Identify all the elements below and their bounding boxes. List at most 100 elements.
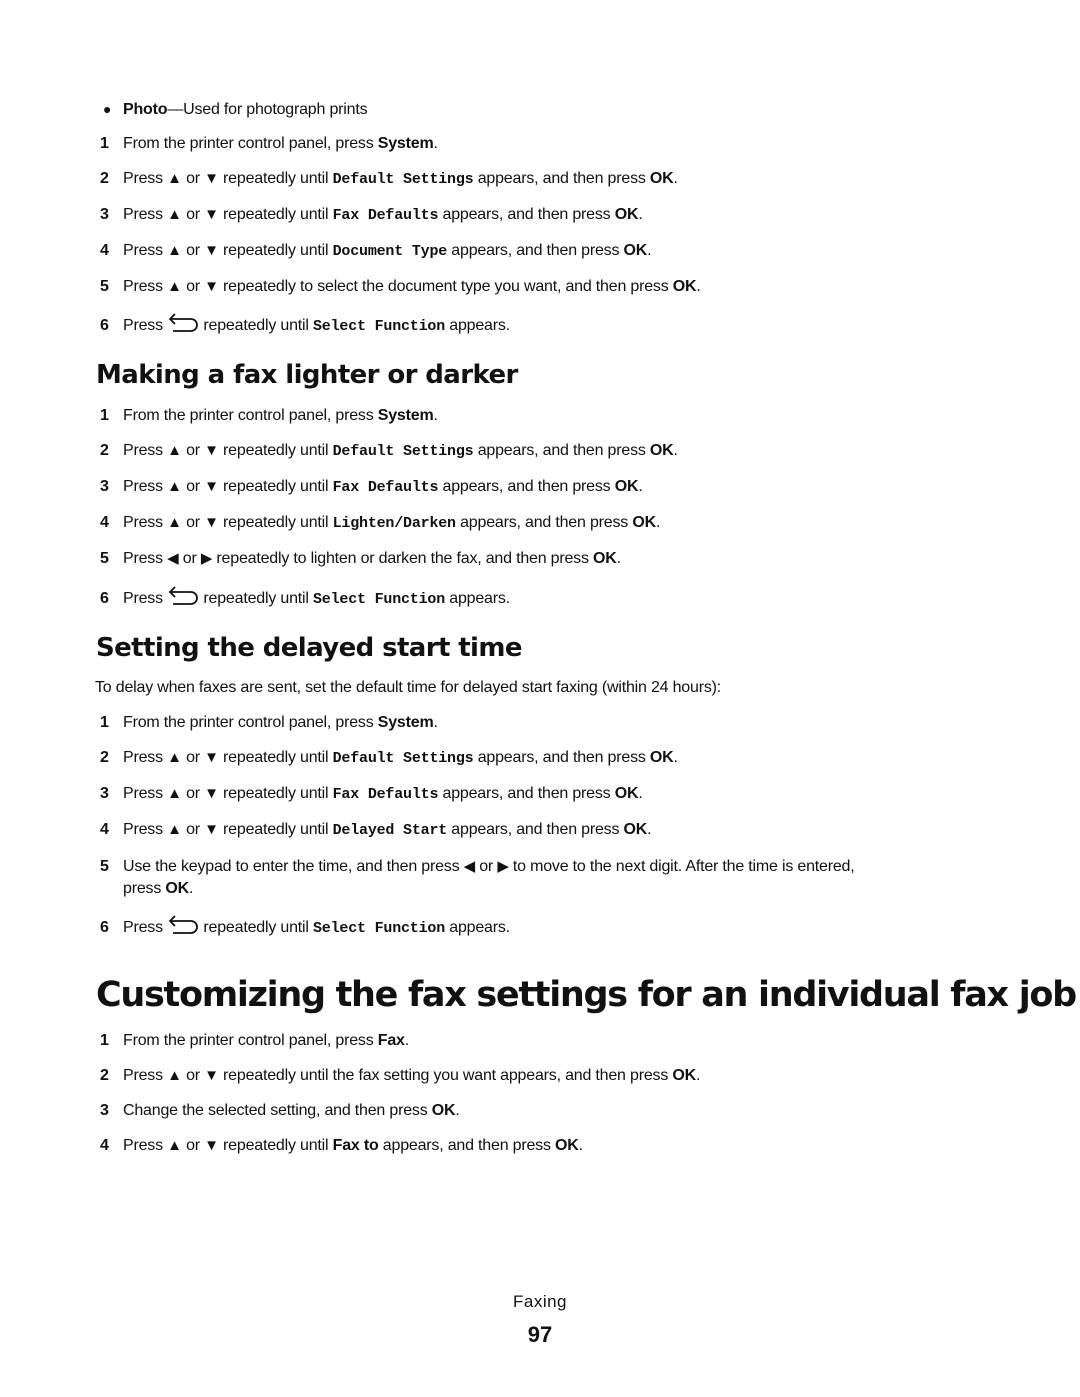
menu-code: Default Settings [332, 750, 474, 767]
or-text: or [186, 442, 200, 459]
step-text: repeatedly until the fax setting you wan… [223, 1067, 669, 1084]
up-arrow-icon: ▲ [167, 242, 182, 259]
press-text: Press [123, 1137, 163, 1154]
or-text: or [186, 821, 200, 838]
or-text: or [186, 206, 200, 223]
down-arrow-icon: ▼ [204, 242, 219, 259]
or-text: or [186, 749, 200, 766]
step-text: appears. [449, 919, 510, 936]
menu-code: Select Function [312, 318, 446, 335]
step-number: 3 [100, 478, 109, 495]
key-name: OK [632, 514, 656, 531]
or-text: or [186, 1067, 200, 1084]
press-text: Press [123, 170, 163, 187]
or-text: or [186, 170, 200, 187]
up-arrow-icon: ▲ [167, 1137, 182, 1154]
press-text: Press [123, 514, 163, 531]
step-5: 5 Use the keypad to enter the time, and t… [100, 858, 855, 897]
down-arrow-icon: ▼ [204, 206, 219, 223]
step-number: 5 [100, 858, 109, 875]
or-text: or [186, 478, 200, 495]
step-3: 3 Change the selected setting, and then p… [100, 1102, 460, 1119]
step-text: repeatedly until [203, 590, 309, 607]
down-arrow-icon: ▼ [204, 478, 219, 495]
step-text: From the printer control panel, press [123, 135, 374, 152]
step-text: appears, and then press [460, 514, 629, 531]
menu-code: Fax Defaults [332, 479, 439, 496]
up-arrow-icon: ▲ [167, 478, 182, 495]
back-arrow-icon [168, 313, 199, 332]
press-text: Press [123, 590, 163, 607]
step-4: 4 Press ▲ or ▼ repeatedly until Delayed S… [100, 821, 652, 839]
step-4: 4 Press ▲ or ▼ repeatedly until Document … [100, 242, 652, 260]
up-arrow-icon: ▲ [167, 278, 182, 295]
section-heading: Making a fax lighter or darker [96, 360, 518, 390]
down-arrow-icon: ▼ [204, 1067, 219, 1084]
step-text: appears, and then press [451, 821, 620, 838]
step-text: repeatedly until [223, 1137, 329, 1154]
down-arrow-icon: ▼ [204, 278, 219, 295]
step-number: 5 [100, 278, 109, 295]
key-name: System [377, 714, 434, 731]
or-text: or [479, 858, 494, 875]
step-number: 1 [100, 1032, 109, 1049]
step-3: 3 Press ▲ or ▼ repeatedly until Fax Defau… [100, 206, 643, 224]
step-number: 2 [100, 1067, 109, 1084]
step-number: 1 [100, 714, 109, 731]
step-text: to move to the next digit. After the tim… [512, 858, 855, 875]
step-6: 6 Press repeatedly until Select Function … [100, 914, 510, 939]
step-text: appears. [449, 590, 510, 607]
up-arrow-icon: ▲ [167, 749, 182, 766]
step-3: 3 Press ▲ or ▼ repeatedly until Fax Defau… [100, 785, 643, 803]
key-name: OK [555, 1137, 579, 1154]
right-arrow-icon: ▶ [200, 550, 213, 567]
press-text: Press [123, 550, 163, 567]
down-arrow-icon: ▼ [204, 1137, 219, 1154]
down-arrow-icon: ▼ [204, 749, 219, 766]
step-text: appears, and then press [477, 170, 646, 187]
key-name: Fax [377, 1032, 405, 1049]
step-6: 6 Press repeatedly until Select Function … [100, 312, 510, 337]
manual-page: ● Photo—Used for photograph prints 1 From … [0, 0, 1080, 1397]
back-arrow-icon [168, 586, 199, 605]
bullet-icon: ● [103, 101, 112, 117]
key-name: OK [649, 170, 674, 187]
step-text: repeatedly until [223, 821, 329, 838]
step-text: appears, and then press [477, 442, 646, 459]
menu-code: Lighten/Darken [332, 515, 456, 532]
step-text: repeatedly until [223, 442, 329, 459]
step-3: 3 Press ▲ or ▼ repeatedly until Fax Defau… [100, 478, 643, 496]
step-text: repeatedly until [203, 919, 309, 936]
step-1: 1 From the printer control panel, press F… [100, 1032, 409, 1049]
menu-code: Select Function [312, 920, 446, 937]
up-arrow-icon: ▲ [167, 442, 182, 459]
step-1: 1 From the printer control panel, press S… [100, 135, 438, 152]
key-name: OK [165, 880, 189, 897]
press-text: Press [123, 821, 163, 838]
up-arrow-icon: ▲ [167, 170, 182, 187]
step-text: From the printer control panel, press [123, 407, 374, 424]
step-number: 6 [100, 317, 109, 334]
step-2: 2 Press ▲ or ▼ repeatedly until Default S… [100, 442, 678, 460]
press-text: Press [123, 242, 163, 259]
bullet-item-photo: ● Photo—Used for photograph prints [100, 99, 368, 120]
section-heading: Setting the delayed start time [96, 633, 523, 663]
key-name: OK [649, 442, 674, 459]
step-text: repeatedly until [223, 206, 329, 223]
step-number: 1 [100, 407, 109, 424]
step-text: appears. [449, 317, 510, 334]
key-name: OK [614, 206, 639, 223]
step-text: repeatedly until [223, 514, 329, 531]
key-name: OK [672, 1067, 696, 1084]
up-arrow-icon: ▲ [167, 821, 182, 838]
step-text: appears, and then press [442, 206, 611, 223]
key-name: OK [431, 1102, 456, 1119]
step-number: 4 [100, 821, 109, 838]
key-name: Fax to [332, 1137, 379, 1154]
step-number: 3 [100, 785, 109, 802]
press-text: Press [123, 206, 163, 223]
step-text: Change the selected setting, and then pr… [123, 1102, 428, 1119]
press-text: Press [123, 317, 163, 334]
step-text: press [123, 880, 162, 897]
back-arrow-icon [168, 915, 199, 934]
